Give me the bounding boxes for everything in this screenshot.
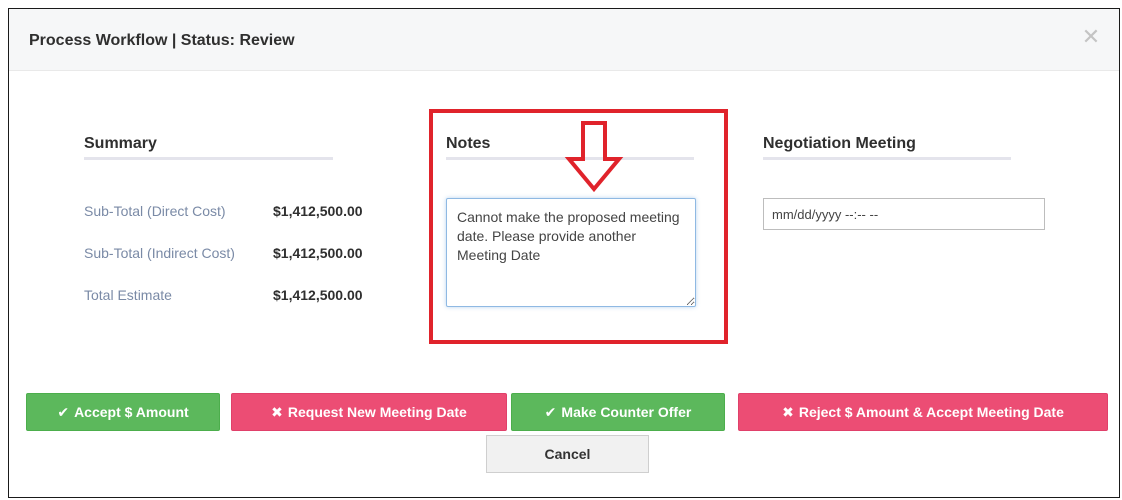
checkmark-icon: ✔ bbox=[544, 403, 557, 420]
negotiation-heading-rule bbox=[763, 157, 1011, 160]
close-icon[interactable]: ✕ bbox=[1081, 26, 1101, 48]
total-estimate-value: $1,412,500.00 bbox=[273, 287, 363, 303]
total-estimate-label: Total Estimate bbox=[84, 287, 172, 303]
make-counter-offer-button[interactable]: ✔ Make Counter Offer bbox=[511, 393, 725, 431]
down-arrow-icon bbox=[564, 121, 624, 193]
x-icon: ✖ bbox=[782, 403, 794, 420]
direct-cost-value: $1,412,500.00 bbox=[273, 203, 363, 219]
modal-title: Process Workflow | Status: Review bbox=[29, 32, 295, 49]
accept-amount-label: Accept $ Amount bbox=[74, 404, 189, 420]
request-new-meeting-date-label: Request New Meeting Date bbox=[287, 404, 467, 420]
notes-heading-rule bbox=[446, 157, 694, 160]
negotiation-meeting-heading: Negotiation Meeting bbox=[763, 135, 916, 152]
notes-heading: Notes bbox=[446, 135, 491, 152]
meeting-datetime-input[interactable] bbox=[763, 198, 1045, 230]
modal-header: Process Workflow | Status: Review ✕ bbox=[9, 9, 1119, 71]
request-new-meeting-date-button[interactable]: ✖ Request New Meeting Date bbox=[231, 393, 507, 431]
summary-heading: Summary bbox=[84, 135, 157, 152]
reject-amount-accept-meeting-date-label: Reject $ Amount & Accept Meeting Date bbox=[798, 404, 1064, 420]
checkmark-icon: ✔ bbox=[57, 403, 70, 420]
x-icon: ✖ bbox=[271, 403, 283, 420]
summary-heading-rule bbox=[84, 157, 333, 160]
reject-amount-accept-meeting-date-button[interactable]: ✖ Reject $ Amount & Accept Meeting Date bbox=[738, 393, 1108, 431]
notes-textarea[interactable]: Cannot make the proposed meeting date. P… bbox=[446, 198, 696, 307]
make-counter-offer-label: Make Counter Offer bbox=[561, 404, 692, 420]
indirect-cost-value: $1,412,500.00 bbox=[273, 245, 363, 261]
cancel-button[interactable]: Cancel bbox=[486, 435, 649, 473]
accept-amount-button[interactable]: ✔ Accept $ Amount bbox=[26, 393, 220, 431]
direct-cost-label: Sub-Total (Direct Cost) bbox=[84, 203, 226, 219]
indirect-cost-label: Sub-Total (Indirect Cost) bbox=[84, 245, 235, 261]
process-workflow-modal: Process Workflow | Status: Review ✕ Summ… bbox=[8, 8, 1120, 498]
